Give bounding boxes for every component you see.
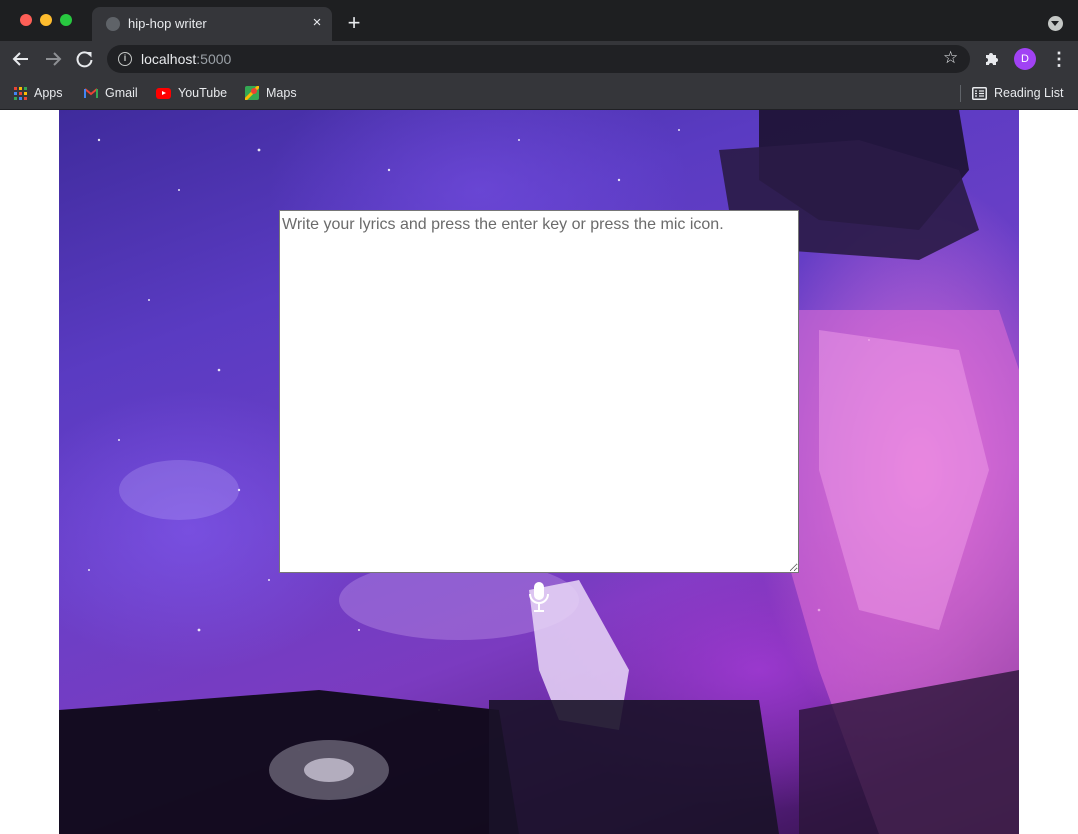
reading-list-icon	[972, 86, 987, 100]
forward-arrow-icon[interactable]	[41, 48, 65, 70]
window-zoom-button[interactable]	[60, 14, 72, 26]
url-text[interactable]: localhost:5000	[141, 51, 231, 67]
more-menu-icon[interactable]: ⋮	[1050, 49, 1068, 69]
url-host: localhost	[141, 51, 197, 67]
bookmarks-bar: Apps Gmail YouTube Maps Reading List	[0, 77, 1078, 110]
gmail-icon	[84, 87, 98, 98]
new-tab-button[interactable]: +	[342, 11, 366, 35]
tab-close-icon[interactable]: ×	[308, 14, 326, 32]
tab-title: hip-hop writer	[128, 16, 207, 31]
reading-list-button[interactable]: Reading List	[972, 83, 1064, 103]
window-minimize-button[interactable]	[40, 14, 52, 26]
bookmark-youtube[interactable]: YouTube	[156, 83, 227, 103]
page-viewport	[0, 110, 1078, 834]
bookmark-label: YouTube	[178, 86, 228, 100]
bookmark-apps[interactable]: Apps	[14, 83, 63, 103]
bookmark-gmail[interactable]: Gmail	[84, 83, 138, 103]
dj-galaxy-background	[59, 110, 1019, 834]
apps-grid-icon	[14, 86, 27, 100]
maps-icon	[245, 86, 259, 100]
bookmark-label: Maps	[266, 86, 297, 100]
url-port: :5000	[196, 51, 232, 67]
extensions-icon[interactable]	[983, 50, 1001, 68]
back-arrow-icon[interactable]	[9, 48, 33, 70]
info-icon[interactable]: i	[118, 52, 132, 66]
bookmarks-divider	[960, 85, 961, 102]
star-icon[interactable]: ☆	[943, 48, 958, 68]
profile-avatar[interactable]: D	[1014, 48, 1036, 70]
youtube-icon	[156, 87, 171, 99]
tab-search-icon[interactable]	[1048, 16, 1063, 31]
bookmark-maps[interactable]: Maps	[245, 83, 297, 103]
reload-icon[interactable]	[73, 48, 97, 70]
lyrics-input[interactable]	[279, 210, 799, 573]
microphone-icon[interactable]	[527, 580, 551, 616]
browser-tab[interactable]: hip-hop writer ×	[92, 7, 332, 41]
browser-titlebar: hip-hop writer × +	[0, 0, 1078, 41]
address-bar[interactable]: i localhost:5000 ☆	[107, 45, 970, 73]
globe-icon	[106, 17, 120, 31]
bookmark-label: Reading List	[994, 86, 1064, 100]
bookmark-label: Apps	[34, 86, 63, 100]
window-close-button[interactable]	[20, 14, 32, 26]
browser-toolbar: i localhost:5000 ☆ D ⋮	[0, 41, 1078, 77]
bookmark-label: Gmail	[105, 86, 138, 100]
